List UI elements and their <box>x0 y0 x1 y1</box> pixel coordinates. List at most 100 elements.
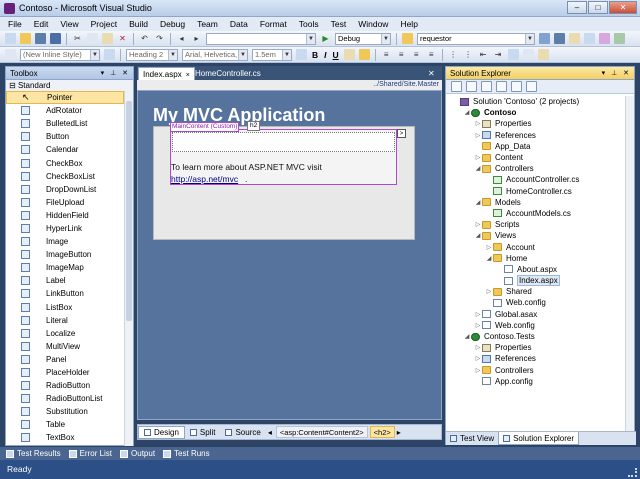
properties-icon[interactable] <box>451 81 462 92</box>
toolbox-item-calendar[interactable]: Calendar <box>6 143 124 156</box>
table-icon[interactable] <box>522 49 534 60</box>
toolbox-item-checkboxlist[interactable]: CheckBoxList <box>6 170 124 183</box>
toolbox-item-checkbox[interactable]: CheckBox <box>6 156 124 169</box>
font-color-icon[interactable] <box>296 49 307 60</box>
collapsed-icon[interactable]: ▷ <box>485 288 493 295</box>
collapsed-icon[interactable]: ▷ <box>474 322 482 329</box>
tree-item-references[interactable]: ▷ References <box>446 130 626 141</box>
numbered-list-icon[interactable]: ⋮ <box>448 49 459 60</box>
toolbox-item-adrotator[interactable]: AdRotator <box>6 104 124 117</box>
collapsed-icon[interactable]: ▷ <box>474 367 482 374</box>
toolbox-item-imagemap[interactable]: ImageMap <box>6 261 124 274</box>
expanded-icon[interactable]: ◢ <box>463 333 471 340</box>
tree-item-properties[interactable]: ▷ Properties <box>446 118 626 129</box>
toolbox-item-listbox[interactable]: ListBox <box>6 301 124 314</box>
save-all-icon[interactable] <box>50 33 61 44</box>
open-file-icon[interactable] <box>20 33 31 44</box>
block-format-combo[interactable]: Heading 2 ▼ <box>126 48 178 61</box>
collapsed-icon[interactable]: ▷ <box>474 355 482 362</box>
pane-pin-close-icons[interactable]: ▾ ⊥ ✕ <box>602 67 631 80</box>
style-application-icon[interactable] <box>5 49 16 60</box>
maximize-button[interactable]: □ <box>588 1 608 14</box>
tab-output[interactable]: Output <box>116 449 159 458</box>
tree-item-properties[interactable]: ▷ Properties <box>446 342 626 353</box>
align-right-icon[interactable]: ≡ <box>411 49 422 60</box>
image-icon[interactable] <box>537 49 549 60</box>
collapsed-icon[interactable]: ▷ <box>474 120 482 127</box>
indent-icon[interactable]: ⇥ <box>493 49 504 60</box>
build-target-combo[interactable]: ▼ <box>206 32 316 45</box>
breadcrumb-forward-icon[interactable]: ▸ <box>395 426 403 439</box>
scrollbar-thumb[interactable] <box>126 101 132 321</box>
master-page-link[interactable]: ../Shared/Site.Master <box>137 80 442 90</box>
bold-button[interactable]: B <box>312 50 318 60</box>
tree-item-home[interactable]: ◢ Home <box>446 253 626 264</box>
breadcrumb-h2[interactable]: <h2> <box>369 426 395 438</box>
object-browser-icon[interactable] <box>584 33 595 44</box>
menu-window[interactable]: Window <box>352 17 394 31</box>
underline-button[interactable]: U <box>333 50 339 60</box>
hyperlink-icon[interactable] <box>507 49 519 60</box>
tree-item-content[interactable]: ▷ Content <box>446 152 626 163</box>
menu-data[interactable]: Data <box>224 17 254 31</box>
undo-icon[interactable]: ↶ <box>139 33 150 44</box>
close-document-icon[interactable]: ✕ <box>428 67 435 80</box>
align-left-icon[interactable]: ≡ <box>381 49 392 60</box>
tree-item-models[interactable]: ◢ Models <box>446 197 626 208</box>
tree-item-contoso-tests[interactable]: ◢ Contoso.Tests <box>446 331 626 342</box>
toolbox-item-fileupload[interactable]: FileUpload <box>6 196 124 209</box>
save-icon[interactable] <box>35 33 46 44</box>
foreground-color-icon[interactable] <box>343 49 355 60</box>
toolbox-item-button[interactable]: Button <box>6 130 124 143</box>
toolbox-group-standard[interactable]: ⊟ Standard <box>6 80 133 91</box>
toolbox-item-pointer[interactable]: ↖ Pointer <box>6 91 124 105</box>
new-project-icon[interactable] <box>5 33 16 44</box>
tree-item-accountmodels-cs[interactable]: AccountModels.cs <box>446 208 626 219</box>
navigate-forward-icon[interactable]: ▸ <box>191 33 202 44</box>
menu-team[interactable]: Team <box>191 17 224 31</box>
tree-item-controllers[interactable]: ▷ Controllers <box>446 365 626 376</box>
redo-icon[interactable]: ↷ <box>154 33 165 44</box>
tree-item-references[interactable]: ▷ References <box>446 353 626 364</box>
view-class-diagram-icon[interactable] <box>526 81 537 92</box>
tree-item-homecontroller-cs[interactable]: HomeController.cs <box>446 186 626 197</box>
tab-home-controller[interactable]: HomeController.cs <box>191 67 265 80</box>
collapsed-icon[interactable]: ▷ <box>474 154 482 161</box>
tree-item-about-aspx[interactable]: About.aspx <box>446 264 626 275</box>
toolbox-item-textbox[interactable]: TextBox <box>6 431 124 444</box>
menu-test[interactable]: Test <box>325 17 353 31</box>
expanded-icon[interactable]: ◢ <box>474 165 482 172</box>
resize-grip-icon[interactable] <box>628 468 637 477</box>
collapsed-icon[interactable]: ▷ <box>474 132 482 139</box>
toolbox-icon[interactable] <box>599 33 610 44</box>
solution-explorer-icon[interactable] <box>554 33 565 44</box>
toolbox-item-hyperlink[interactable]: HyperLink <box>6 222 124 235</box>
close-tab-icon[interactable]: × <box>186 72 190 79</box>
toolbox-item-panel[interactable]: Panel <box>6 353 124 366</box>
expanded-icon[interactable]: ◢ <box>485 255 493 262</box>
toolbox-item-radiobuttonlist[interactable]: RadioButtonList <box>6 392 124 405</box>
minimize-button[interactable]: – <box>567 1 587 14</box>
solution-explorer-scrollbar[interactable] <box>625 96 634 432</box>
collapsed-icon[interactable]: ▷ <box>474 344 482 351</box>
menu-project[interactable]: Project <box>85 17 123 31</box>
toolbox-item-imagebutton[interactable]: ImageButton <box>6 248 124 261</box>
menu-format[interactable]: Format <box>254 17 293 31</box>
find-in-files-icon[interactable] <box>402 33 413 44</box>
toolbox-item-multiview[interactable]: MultiView <box>6 340 124 353</box>
tree-item-web-config[interactable]: Web.config <box>446 297 626 308</box>
toolbox-item-bulletedlist[interactable]: BulletedList <box>6 117 124 130</box>
menu-debug[interactable]: Debug <box>154 17 191 31</box>
tab-solution-explorer[interactable]: Solution Explorer <box>498 432 580 445</box>
tree-item-accountcontroller-cs[interactable]: AccountController.cs <box>446 174 626 185</box>
refresh-icon[interactable] <box>481 81 492 92</box>
tree-item-solution-contoso-2-projects[interactable]: Solution 'Contoso' (2 projects) <box>446 96 626 107</box>
highlight-icon[interactable] <box>358 49 370 60</box>
menu-view[interactable]: View <box>54 17 84 31</box>
breadcrumb-back-icon[interactable]: ◂ <box>266 426 274 439</box>
close-button[interactable]: ✕ <box>609 1 637 14</box>
expanded-icon[interactable]: ◢ <box>474 199 482 206</box>
toolbox-item-label[interactable]: Label <box>6 274 124 287</box>
toolbox-scrollbar[interactable] <box>124 91 133 446</box>
tree-item-account[interactable]: ▷ Account <box>446 241 626 252</box>
